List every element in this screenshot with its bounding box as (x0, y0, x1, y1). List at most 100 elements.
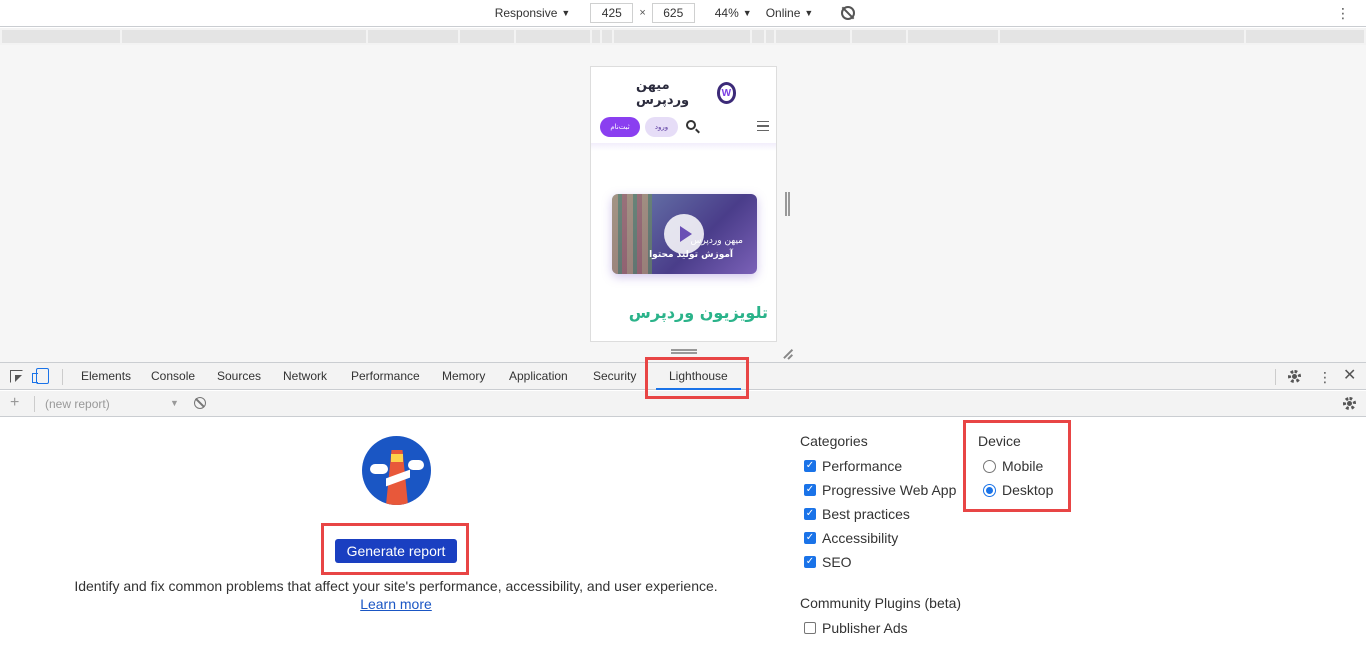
tab-performance[interactable]: Performance (351, 363, 420, 390)
media-query-bar (0, 28, 1366, 45)
plugin-label: Publisher Ads (822, 620, 908, 636)
lighthouse-settings-gear-icon[interactable] (1343, 397, 1356, 410)
generate-button-highlight (321, 523, 469, 575)
video-caption: میهن وردپرس (690, 236, 743, 246)
play-icon[interactable] (664, 214, 704, 254)
section-heading: تلویزیون وردپرس (628, 303, 768, 322)
close-icon[interactable]: ✕ (1343, 368, 1356, 384)
resize-handle-bottom[interactable] (671, 349, 697, 354)
checkbox-checked-icon[interactable]: ✓ (804, 532, 816, 544)
media-query-segment[interactable] (516, 30, 590, 43)
tab-sources[interactable]: Sources (217, 363, 261, 390)
settings-gear-icon[interactable] (1288, 370, 1301, 383)
caret-down-icon: ▼ (561, 8, 571, 18)
learn-more-row: Learn more (0, 596, 792, 612)
media-query-segment[interactable] (592, 30, 600, 43)
lighthouse-description: Identify and fix common problems that af… (74, 578, 718, 594)
wordpress-logo-icon: W (716, 82, 736, 104)
device-toggle-icon[interactable] (32, 368, 49, 384)
caret-down-icon: ▼ (804, 8, 814, 18)
checkbox-checked-icon[interactable]: ✓ (804, 556, 816, 568)
category-best-practices[interactable]: ✓ Best practices (804, 506, 910, 522)
inspect-element-icon[interactable] (10, 370, 23, 383)
search-icon[interactable] (686, 120, 696, 130)
more-tools-icon[interactable]: ⋮ (1318, 370, 1332, 384)
device-toolbar: Responsive ▼ 425 × 625 44% ▼ Online ▼ ⋮ (0, 0, 1366, 27)
site-logo-text: میهن وردپرس (636, 78, 690, 108)
report-selector[interactable]: (new report) (45, 397, 110, 411)
zoom-label: 44% (714, 6, 739, 20)
lighthouse-logo-icon (362, 436, 431, 505)
viewport-height-input[interactable]: 625 (651, 3, 695, 23)
toolbar-divider (62, 369, 63, 385)
responsive-label: Responsive (494, 6, 558, 20)
category-seo[interactable]: ✓ SEO (804, 554, 852, 570)
learn-more-link[interactable]: Learn more (360, 596, 432, 612)
media-query-segment[interactable] (908, 30, 998, 43)
tab-network[interactable]: Network (283, 363, 327, 390)
media-query-segment[interactable] (852, 30, 906, 43)
media-query-segment[interactable] (602, 30, 612, 43)
phone-screen[interactable]: میهن وردپرس W ثبت‌نام ورود میهن وردپرس آ… (590, 66, 777, 342)
video-thumbnail[interactable]: میهن وردپرس آموزش تولید محتوا (612, 194, 757, 274)
throttle-dropdown[interactable]: Online ▼ (762, 6, 818, 20)
resize-handle-corner[interactable] (782, 347, 794, 359)
signup-button[interactable]: ثبت‌نام (600, 117, 640, 137)
more-options-icon[interactable]: ⋮ (1336, 6, 1350, 20)
media-query-segment[interactable] (368, 30, 458, 43)
viewport-width-input[interactable]: 425 (590, 3, 634, 23)
tab-application[interactable]: Application (509, 363, 568, 390)
checkbox-unchecked-icon[interactable] (804, 622, 816, 634)
lighthouse-light-shape (391, 454, 403, 462)
category-accessibility[interactable]: ✓ Accessibility (804, 530, 898, 546)
tab-elements[interactable]: Elements (81, 363, 131, 390)
device-viewport: میهن وردپرس W ثبت‌نام ورود میهن وردپرس آ… (0, 45, 1366, 362)
site-nav: ثبت‌نام ورود (600, 117, 770, 137)
device-toolbar-controls: Responsive ▼ 425 × 625 44% ▼ Online ▼ (491, 3, 856, 23)
zoom-dropdown[interactable]: 44% ▼ (711, 6, 756, 20)
plugin-publisher-ads[interactable]: Publisher Ads (804, 620, 908, 636)
video-title: آموزش تولید محتوا (649, 250, 733, 260)
resize-handle-right[interactable] (785, 192, 790, 216)
login-button[interactable]: ورود (645, 117, 678, 137)
categories-title: Categories (800, 433, 868, 449)
category-label: Performance (822, 458, 903, 474)
caret-down-icon: ▼ (742, 8, 752, 18)
hamburger-menu-icon[interactable] (757, 121, 769, 131)
cloud-shape (370, 464, 388, 474)
tab-memory[interactable]: Memory (442, 363, 485, 390)
media-query-segment[interactable] (766, 30, 774, 43)
throttle-label: Online (765, 6, 801, 20)
header-divider (591, 143, 776, 151)
dimension-separator: × (639, 7, 646, 19)
lighthouse-panel: Generate report Identify and fix common … (0, 418, 1366, 657)
bookshelf-image (612, 194, 652, 274)
media-query-segment[interactable] (1246, 30, 1364, 43)
clear-icon[interactable] (194, 397, 206, 409)
checkbox-checked-icon[interactable]: ✓ (804, 484, 816, 496)
category-label: SEO (822, 554, 852, 570)
rotate-icon[interactable] (841, 6, 856, 20)
toolbar-divider (1275, 369, 1276, 385)
media-query-segment[interactable] (2, 30, 120, 43)
category-label: Best practices (822, 506, 910, 522)
checkbox-checked-icon[interactable]: ✓ (804, 460, 816, 472)
media-query-segment[interactable] (460, 30, 514, 43)
checkbox-checked-icon[interactable]: ✓ (804, 508, 816, 520)
category-label: Progressive Web App (822, 482, 957, 498)
caret-down-icon: ▼ (170, 398, 179, 408)
plus-icon[interactable]: + (10, 394, 19, 412)
media-query-segment[interactable] (776, 30, 850, 43)
category-performance[interactable]: ✓ Performance (804, 458, 902, 474)
site-logo[interactable]: میهن وردپرس W (636, 78, 736, 108)
media-query-segment[interactable] (122, 30, 366, 43)
toolbar-divider (34, 396, 35, 412)
media-query-segment[interactable] (752, 30, 764, 43)
category-pwa[interactable]: ✓ Progressive Web App (804, 482, 956, 498)
tab-security[interactable]: Security (593, 363, 636, 390)
cloud-shape (408, 460, 424, 470)
responsive-dropdown[interactable]: Responsive ▼ (491, 6, 575, 20)
media-query-segment[interactable] (1000, 30, 1244, 43)
media-query-segment[interactable] (614, 30, 750, 43)
tab-console[interactable]: Console (151, 363, 195, 390)
